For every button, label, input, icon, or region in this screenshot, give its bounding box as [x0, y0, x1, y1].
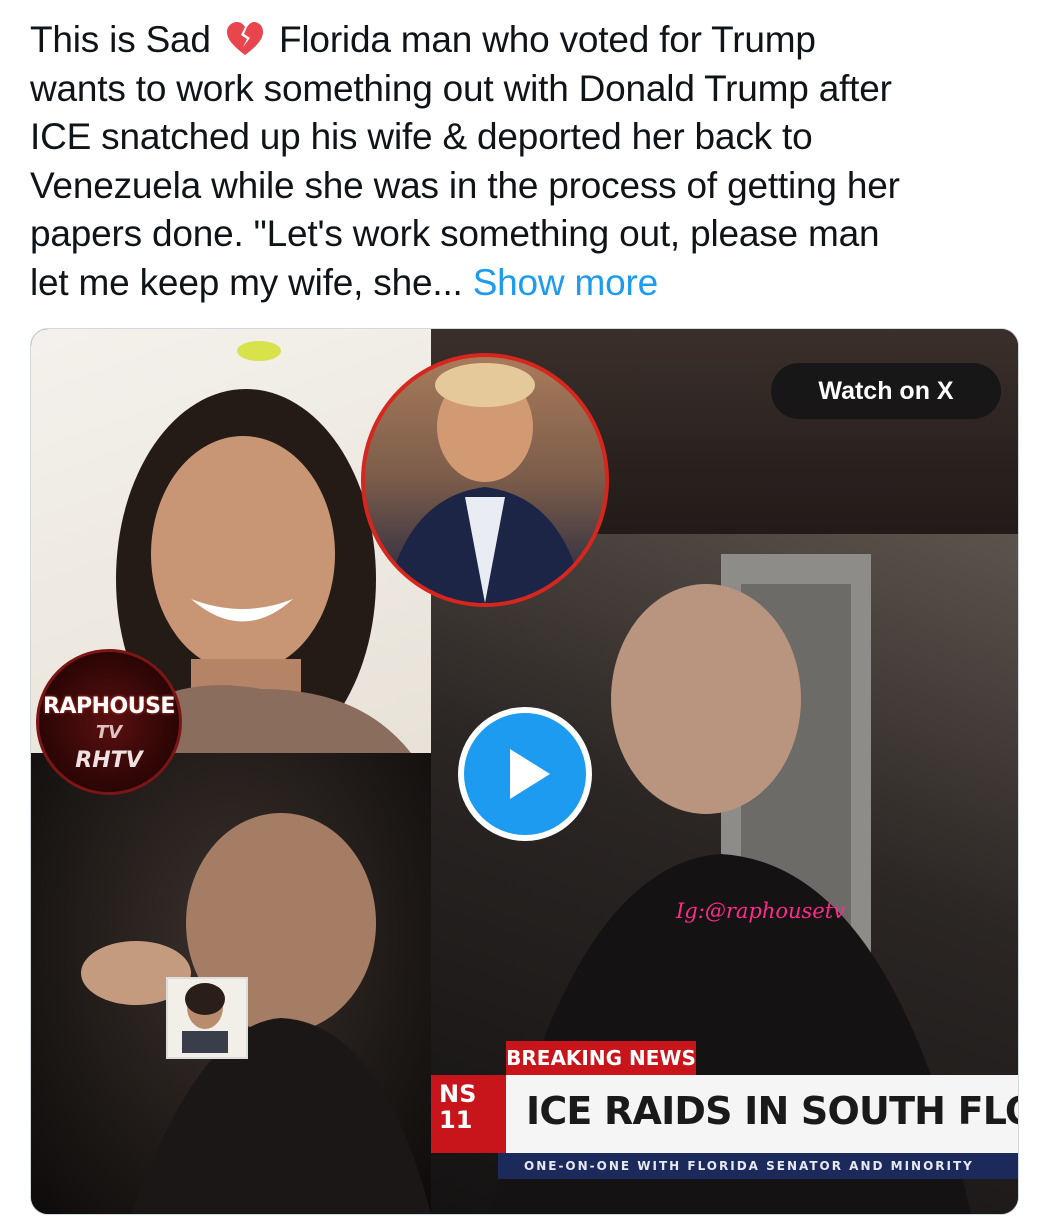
- post-line-4: Venezuela while she was in the process o…: [30, 164, 900, 206]
- show-more-link[interactable]: Show more: [473, 262, 659, 303]
- watch-on-x-button[interactable]: Watch on X: [771, 363, 1001, 419]
- video-media-card[interactable]: RAPHOUSE TV RHTV Watch on X Ig:@raphouse…: [30, 328, 1019, 1215]
- post-line-1: This is Sad Florida man who voted for Tr…: [30, 16, 1030, 65]
- logo-main-text: RAPHOUSE: [43, 694, 175, 719]
- post-line-6: let me keep my wife, she... Show more: [30, 259, 1030, 308]
- post-line-6-text: let me keep my wife, she...: [30, 261, 463, 303]
- breaking-news-tag: BREAKING NEWS: [506, 1041, 696, 1075]
- instagram-watermark: Ig:@raphousetv: [676, 899, 846, 923]
- play-button[interactable]: [458, 707, 592, 841]
- play-icon[interactable]: [464, 713, 586, 835]
- news-channel-stub: NS 11: [431, 1075, 498, 1153]
- logo-sub-text: TV: [95, 722, 123, 743]
- news-headline: ICE RAIDS IN SOUTH FLORID: [526, 1089, 1018, 1133]
- small-photo-of-wife: [166, 977, 248, 1059]
- raphouse-tv-logo: RAPHOUSE TV RHTV: [36, 649, 182, 795]
- post-line-3: ICE snatched up his wife & deported her …: [30, 116, 813, 157]
- post-line-2: wants to work something out with Donald …: [30, 67, 892, 109]
- wife-photo-thumbnail: [182, 983, 228, 1053]
- play-triangle: [510, 749, 550, 799]
- broken-heart-icon: [226, 22, 263, 55]
- post-text: This is Sad Florida man who voted for Tr…: [30, 16, 1030, 307]
- trump-photo: [385, 363, 585, 603]
- news-headline-bar: ICE RAIDS IN SOUTH FLORID: [498, 1075, 1018, 1153]
- post-text-headline-start: Florida man who voted for Trump: [279, 19, 816, 60]
- logo-sub2-text: RHTV: [75, 748, 143, 773]
- news-ticker: ONE-ON-ONE WITH FLORIDA SENATOR AND MINO…: [498, 1153, 1018, 1179]
- post-line-5: papers done. "Let's work something out, …: [30, 213, 880, 254]
- trump-circle-inset: [361, 353, 609, 607]
- post-text-intro: This is Sad: [30, 19, 211, 60]
